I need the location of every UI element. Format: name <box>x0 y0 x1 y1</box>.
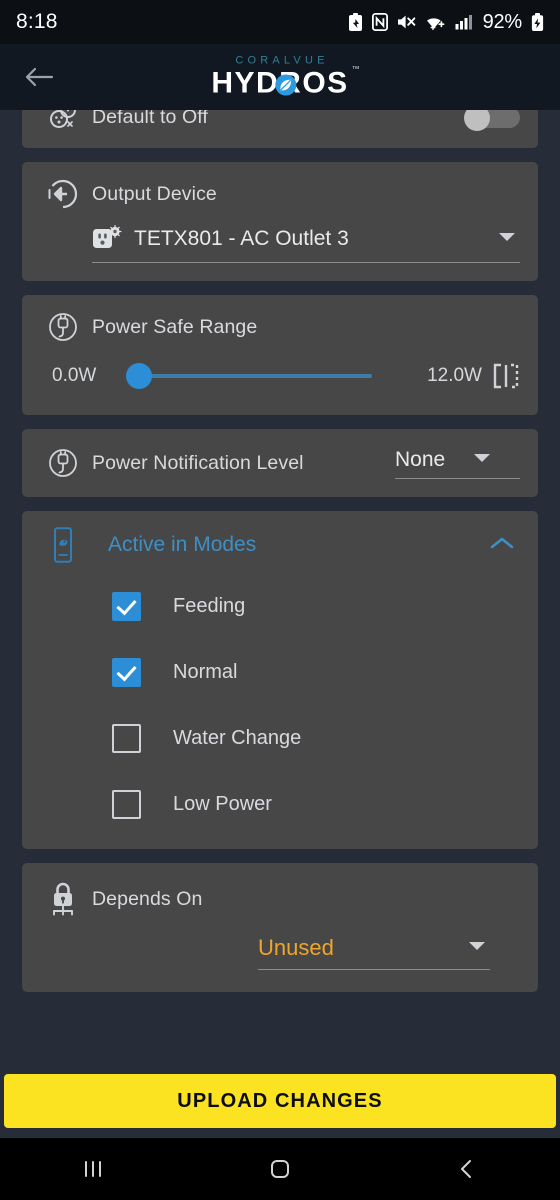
slider-thumb[interactable] <box>126 363 152 389</box>
card-active-in-modes: Active in Modes Feeding Normal Water Cha… <box>22 511 538 849</box>
range-bracket-icon[interactable] <box>492 361 520 391</box>
active-in-modes-title: Active in Modes <box>108 533 257 556</box>
charging-battery-icon <box>531 12 544 31</box>
card-default-to-off: Default to Off <box>22 110 538 148</box>
lock-icon <box>40 881 86 917</box>
output-arrow-icon <box>40 178 86 210</box>
status-icons: 92% <box>348 11 544 34</box>
home-icon <box>270 1160 289 1178</box>
nfc-icon <box>371 13 388 31</box>
outlet-power-off-icon <box>40 110 86 134</box>
power-range-min-label: 0.0W <box>52 365 97 386</box>
back-arrow-icon <box>25 67 54 87</box>
output-device-label: Output Device <box>92 182 217 205</box>
status-bar: 8:18 92% <box>0 0 560 44</box>
brand-hydros-label: HYDROS ™ <box>211 65 359 99</box>
mode-item-low-power[interactable]: Low Power <box>112 781 520 827</box>
power-notification-level-value: None <box>395 447 446 471</box>
default-to-off-toggle[interactable] <box>464 110 520 131</box>
leaf-logo-icon <box>275 74 297 96</box>
depends-on-label: Depends On <box>92 887 203 910</box>
back-button[interactable] <box>427 1144 507 1194</box>
settings-scroll-area[interactable]: Default to Off Output Device TETX801 - A… <box>0 110 560 1066</box>
card-power-safe-range: Power Safe Range 0.0W 12.0W <box>22 295 538 415</box>
cellular-signal-icon <box>455 15 472 30</box>
mode-label-normal: Normal <box>173 660 238 683</box>
wifi-icon <box>426 18 445 31</box>
checkbox-feeding[interactable] <box>112 591 141 621</box>
brand-coralvue-label: CORALVUE <box>235 54 329 67</box>
output-device-value: TETX801 - AC Outlet 3 <box>134 227 349 250</box>
chevron-down-icon <box>498 230 516 248</box>
mute-icon <box>397 15 415 29</box>
nav-back-icon <box>460 1160 471 1178</box>
status-clock: 8:18 <box>16 10 58 33</box>
power-range-max-label: 12.0W <box>427 365 482 386</box>
depends-on-value: Unused <box>258 935 334 960</box>
mode-item-water-change[interactable]: Water Change <box>112 715 520 761</box>
ac-outlet-icon <box>92 224 122 254</box>
app-header: CORALVUE HYDROS ™ <box>0 44 560 110</box>
upload-button-area: UPLOAD CHANGES <box>0 1066 560 1138</box>
slider-track <box>128 374 372 378</box>
chevron-down-icon <box>473 451 491 469</box>
mode-label-low-power: Low Power <box>173 792 272 815</box>
power-safe-range-slider[interactable] <box>126 362 372 390</box>
mode-item-feeding[interactable]: Feeding <box>112 583 520 629</box>
power-plug-icon <box>40 311 86 343</box>
brand-trademark-label: ™ <box>351 64 360 74</box>
app-screen: 8:18 92% CORALVUE ™ Default to Off Outpu… <box>0 0 560 1200</box>
mode-item-normal[interactable]: Normal <box>112 649 520 695</box>
aquarium-mode-icon <box>40 527 86 563</box>
mode-label-feeding: Feeding <box>173 594 246 617</box>
power-notification-level-label: Power Notification Level <box>92 451 304 474</box>
checkbox-water-change[interactable] <box>112 723 141 753</box>
battery-percent-label: 92% <box>482 10 523 33</box>
chevron-up-icon[interactable] <box>490 536 514 555</box>
header-back-button[interactable] <box>22 60 56 94</box>
mode-label-water-change: Water Change <box>173 726 302 749</box>
depends-on-dropdown[interactable]: Unused <box>258 935 490 970</box>
output-device-dropdown[interactable]: TETX801 - AC Outlet 3 <box>92 224 520 263</box>
card-power-notification-level: Power Notification Level None <box>22 429 538 497</box>
system-navigation-bar <box>0 1138 560 1200</box>
card-depends-on: Depends On Unused <box>22 863 538 992</box>
power-notification-level-dropdown[interactable]: None <box>395 448 520 479</box>
power-safe-range-label: Power Safe Range <box>92 315 258 338</box>
chevron-down-icon <box>468 939 486 957</box>
default-to-off-label: Default to Off <box>92 110 208 128</box>
active-in-modes-header[interactable]: Active in Modes <box>40 527 520 563</box>
home-button[interactable] <box>240 1144 320 1194</box>
checkbox-normal[interactable] <box>112 657 141 687</box>
checkbox-low-power[interactable] <box>112 789 141 819</box>
power-plug-icon <box>40 447 86 479</box>
card-output-device: Output Device TETX801 - AC Outlet 3 <box>22 162 538 281</box>
recents-button[interactable] <box>53 1144 133 1194</box>
brand-logo: CORALVUE HYDROS ™ <box>211 54 359 99</box>
recents-icon <box>85 1161 102 1177</box>
upload-changes-button[interactable]: UPLOAD CHANGES <box>4 1074 556 1128</box>
battery-saver-icon <box>348 12 362 31</box>
